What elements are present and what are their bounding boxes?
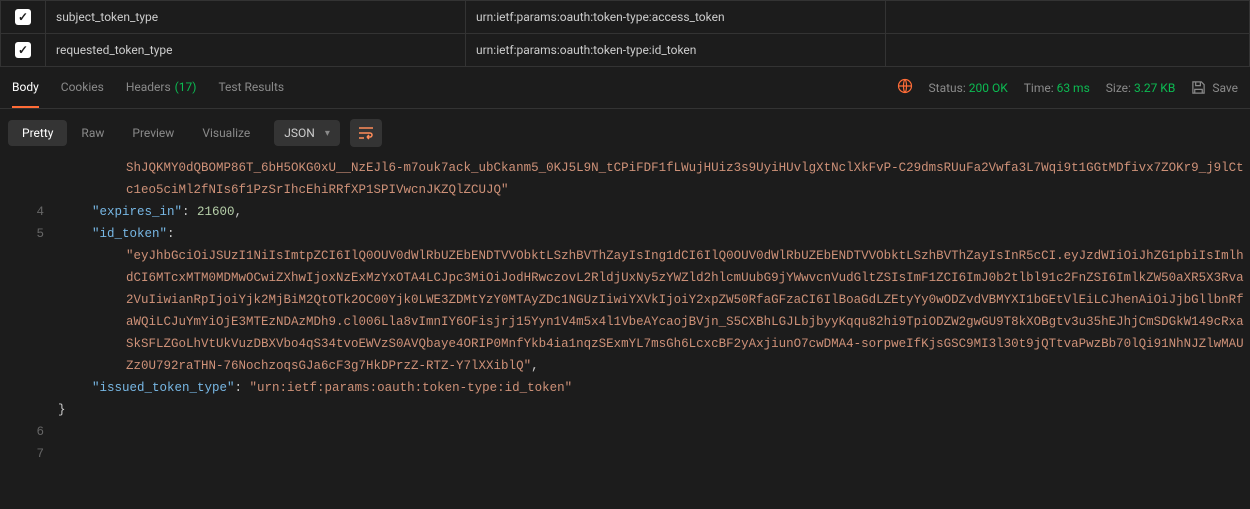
preview-button[interactable]: Preview bbox=[118, 120, 188, 146]
save-label: Save bbox=[1212, 81, 1238, 95]
checkbox[interactable]: ✓ bbox=[15, 42, 31, 58]
wrap-icon bbox=[358, 126, 374, 140]
table-row: ✓ subject_token_type urn:ietf:params:oau… bbox=[1, 1, 1250, 34]
param-key[interactable]: requested_token_type bbox=[46, 34, 466, 67]
token-fragment: ShJQKMY0dQBOMP86T_6bH5OKG0xU__NzEJl6-m7o… bbox=[58, 157, 1250, 201]
status-value: 200 OK bbox=[969, 81, 1008, 95]
tab-body[interactable]: Body bbox=[12, 67, 39, 108]
tab-headers-label: Headers bbox=[126, 80, 171, 94]
raw-button[interactable]: Raw bbox=[67, 120, 118, 146]
response-body[interactable]: 4 5 6 7 ShJQKMY0dQBOMP86T_6bH5OKG0xU__Nz… bbox=[0, 157, 1250, 465]
headers-count: (17) bbox=[175, 80, 197, 94]
tab-test-results[interactable]: Test Results bbox=[218, 67, 284, 108]
format-value: JSON bbox=[284, 126, 315, 140]
param-value[interactable]: urn:ietf:params:oauth:token-type:id_toke… bbox=[466, 34, 886, 67]
param-key[interactable]: subject_token_type bbox=[46, 1, 466, 34]
time-value: 63 ms bbox=[1057, 81, 1090, 95]
table-row: ✓ requested_token_type urn:ietf:params:o… bbox=[1, 34, 1250, 67]
pretty-button[interactable]: Pretty bbox=[8, 120, 67, 146]
tab-headers[interactable]: Headers (17) bbox=[126, 67, 197, 108]
param-value[interactable]: urn:ietf:params:oauth:token-type:access_… bbox=[466, 1, 886, 34]
params-table: ✓ subject_token_type urn:ietf:params:oau… bbox=[0, 0, 1250, 67]
chevron-down-icon: ▾ bbox=[325, 128, 330, 139]
view-mode-group: Pretty Raw Preview Visualize bbox=[8, 120, 264, 146]
network-icon[interactable] bbox=[897, 78, 913, 98]
response-tabs-row: Body Cookies Headers (17) Test Results S… bbox=[0, 67, 1250, 109]
response-toolbar: Pretty Raw Preview Visualize JSON ▾ bbox=[0, 109, 1250, 157]
visualize-button[interactable]: Visualize bbox=[188, 120, 264, 146]
param-desc[interactable] bbox=[886, 34, 1250, 67]
param-desc[interactable] bbox=[886, 1, 1250, 34]
time-label: Time: bbox=[1024, 81, 1054, 95]
save-response-button[interactable]: Save bbox=[1191, 80, 1238, 95]
format-dropdown[interactable]: JSON ▾ bbox=[274, 120, 340, 146]
size-label: Size: bbox=[1106, 81, 1131, 95]
checkbox[interactable]: ✓ bbox=[15, 9, 31, 25]
wrap-lines-button[interactable] bbox=[350, 119, 382, 147]
code-content: ShJQKMY0dQBOMP86T_6bH5OKG0xU__NzEJl6-m7o… bbox=[58, 157, 1250, 465]
save-icon bbox=[1191, 80, 1206, 95]
line-gutter: 4 5 6 7 bbox=[0, 157, 58, 465]
size-value: 3.27 KB bbox=[1134, 81, 1175, 95]
tab-cookies[interactable]: Cookies bbox=[61, 67, 104, 108]
id-token-value: "eyJhbGciOiJSUzI1NiIsImtpZCI6IlQ0OUV0dWl… bbox=[58, 245, 1250, 377]
status-label: Status: bbox=[929, 81, 966, 95]
